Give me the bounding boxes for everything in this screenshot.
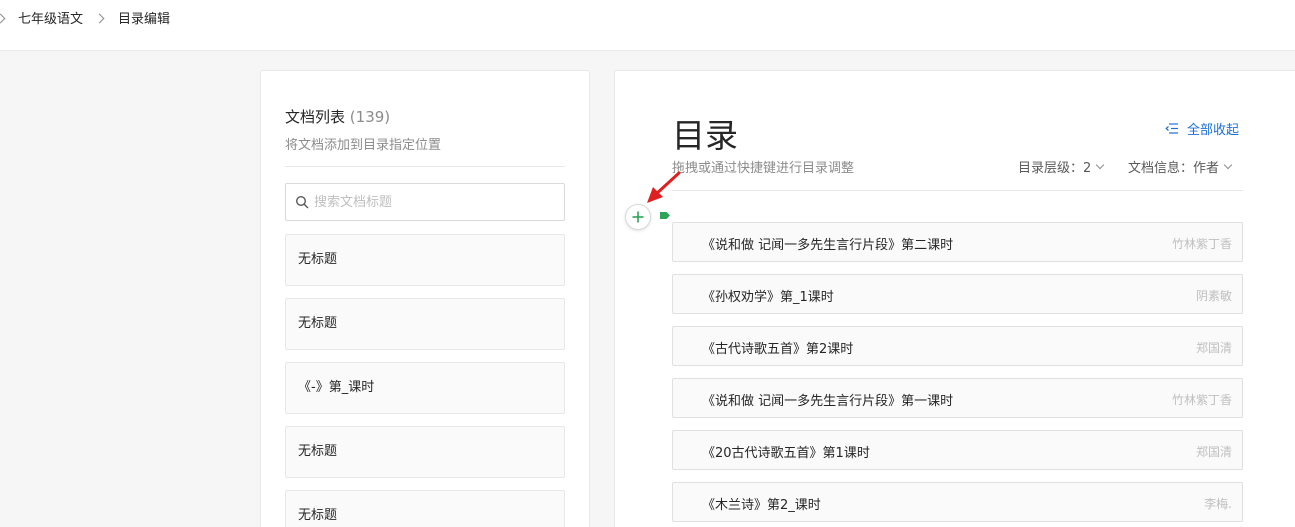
document-list-subtitle: 将文档添加到目录指定位置 — [285, 138, 442, 153]
breadcrumb-item-course[interactable]: 七年级语文 — [18, 11, 83, 29]
doc-info-select[interactable]: 文档信息：作者 — [1128, 157, 1233, 176]
collapse-all-button[interactable]: 全部收起 — [1165, 119, 1239, 138]
collapse-list-icon — [1165, 123, 1178, 134]
document-list-panel: 文档列表 (139) 将文档添加到目录指定位置 无标题 无标题 《-》第_课时 … — [260, 70, 590, 527]
breadcrumb-item-current: 目录编辑 — [118, 12, 171, 27]
toc-item-title: 《孙权劝学》第_1课时 — [702, 290, 834, 305]
plus-icon — [632, 211, 644, 223]
insert-position-marker — [660, 212, 670, 219]
divider — [672, 190, 1243, 191]
search-input[interactable] — [314, 184, 554, 220]
document-list-item[interactable]: 《-》第_课时 — [285, 362, 565, 414]
toc-item[interactable]: 《古代诗歌五首》第2课时 郑国清 — [672, 326, 1243, 366]
toc-item-title: 《木兰诗》第2_课时 — [702, 498, 821, 513]
toc-item[interactable]: 《木兰诗》第2_课时 李梅. — [672, 482, 1243, 522]
toc-item[interactable]: 《说和做 记闻一多先生言行片段》第二课时 竹林紫丁香 — [672, 222, 1243, 262]
document-list-item[interactable]: 无标题 — [285, 234, 565, 286]
toc-panel: 目录 全部收起 拖拽或通过快捷键进行目录调整 目录层级：2 文档信息：作者 《说… — [614, 70, 1295, 527]
toc-hint: 拖拽或通过快捷键进行目录调整 — [672, 161, 855, 176]
chevron-right-icon — [0, 13, 6, 24]
chevron-down-icon — [1096, 160, 1105, 169]
toc-item-author: 阴素敏 — [1195, 289, 1232, 303]
toc-item[interactable]: 《说和做 记闻一多先生言行片段》第一课时 竹林紫丁香 — [672, 378, 1243, 418]
search-box[interactable] — [285, 183, 565, 221]
red-arrow-annotation-icon — [647, 171, 681, 203]
chevron-right-icon — [94, 13, 105, 24]
document-list-item[interactable]: 无标题 — [285, 426, 565, 478]
top-bar: 七年级语文 目录编辑 — [0, 0, 1295, 51]
search-icon — [295, 195, 309, 209]
toc-item-title: 《古代诗歌五首》第2课时 — [702, 342, 854, 357]
toc-level-label: 目录层级：2 — [1018, 161, 1092, 176]
toc-item-title: 《说和做 记闻一多先生言行片段》第二课时 — [702, 238, 954, 253]
toc-level-select[interactable]: 目录层级：2 — [1018, 157, 1105, 176]
collapse-all-label: 全部收起 — [1187, 123, 1240, 138]
toc-item[interactable]: 《20古代诗歌五首》第1课时 郑国清 — [672, 430, 1243, 470]
toc-title: 目录 — [672, 116, 738, 155]
chevron-down-icon — [1223, 160, 1233, 169]
toc-item-author: 李梅. — [1204, 497, 1232, 511]
document-list-item[interactable]: 无标题 — [285, 298, 565, 350]
document-count: (139) — [349, 108, 391, 126]
document-list-item[interactable]: 无标题 — [285, 490, 565, 527]
divider — [285, 166, 565, 167]
toc-item-title: 《说和做 记闻一多先生言行片段》第一课时 — [702, 394, 954, 409]
toc-item-author: 竹林紫丁香 — [1171, 237, 1232, 251]
document-list-title-text: 文档列表 — [285, 108, 346, 126]
toc-item-author: 郑国清 — [1195, 445, 1232, 459]
toc-item[interactable]: 《孙权劝学》第_1课时 阴素敏 — [672, 274, 1243, 314]
document-list-title: 文档列表 (139) — [285, 106, 390, 127]
toc-item-title: 《20古代诗歌五首》第1课时 — [702, 446, 870, 461]
toc-item-author: 竹林紫丁香 — [1171, 393, 1232, 407]
toc-item-author: 郑国清 — [1195, 341, 1232, 355]
doc-info-label: 文档信息：作者 — [1128, 161, 1220, 176]
